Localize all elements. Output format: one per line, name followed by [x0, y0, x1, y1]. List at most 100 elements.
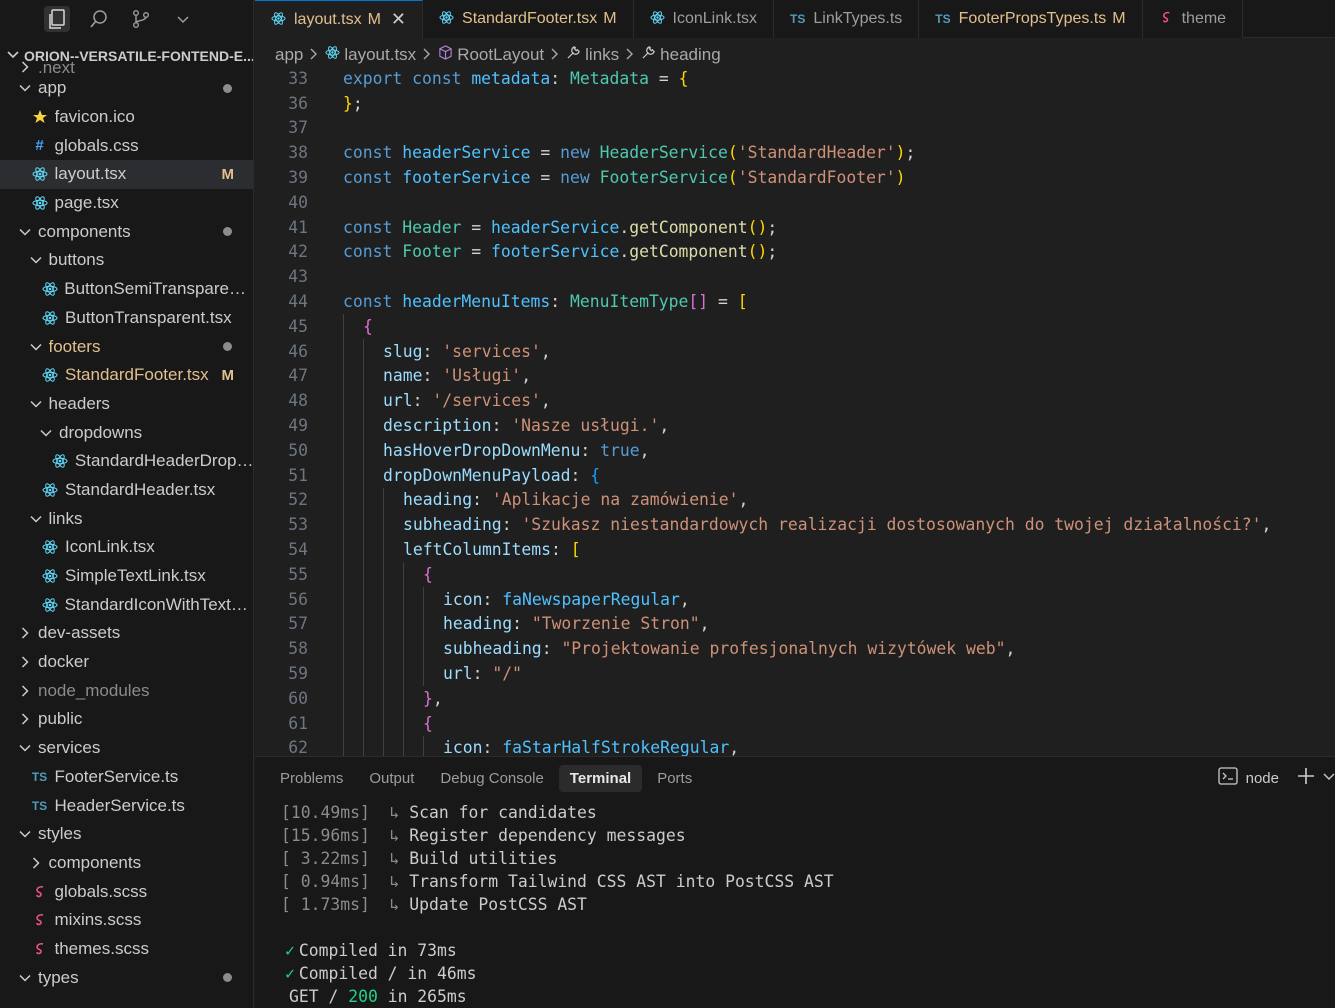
tree-folder[interactable]: docker: [0, 648, 253, 677]
chevron-down-icon: [39, 426, 53, 440]
panel-tab[interactable]: Terminal: [558, 764, 643, 792]
tree-folder[interactable]: types: [0, 963, 253, 992]
code-line[interactable]: 49 description: 'Nasze usługi.',: [255, 413, 669, 438]
search-icon[interactable]: [86, 6, 112, 32]
code-line[interactable]: 53 subheading: 'Szukasz niestandardowych …: [255, 512, 1271, 538]
code-line[interactable]: 48 url: '/services',: [255, 388, 551, 414]
tree-file[interactable]: layout.tsx M: [0, 160, 253, 189]
tree-file[interactable]: mixins.scss: [0, 906, 253, 935]
panel-tab[interactable]: Problems: [269, 765, 354, 792]
editor-tab[interactable]: StandardFooter.tsx M: [423, 0, 634, 38]
panel-tab[interactable]: Ports: [646, 765, 703, 792]
editor-tab[interactable]: theme: [1142, 0, 1244, 38]
editor-tab[interactable]: IconLink.tsx: [633, 0, 775, 38]
code-line[interactable]: 37: [255, 116, 343, 141]
tree-folder[interactable]: dev-assets: [0, 619, 253, 648]
panel-tab[interactable]: Output: [358, 765, 425, 792]
tree-file[interactable]: ButtonSemiTransparent....: [0, 275, 253, 304]
breadcrumb-item[interactable]: RootLayout: [438, 45, 544, 65]
tree-file[interactable]: StandardHeader.tsx: [0, 476, 253, 505]
code-token: headerService: [491, 217, 620, 237]
chevron-down-icon[interactable]: [170, 6, 196, 32]
breadcrumb-item[interactable]: heading: [641, 45, 721, 65]
tree-folder[interactable]: links: [0, 504, 253, 533]
tree-file[interactable]: page.tsx: [0, 189, 253, 218]
terminal-name[interactable]: node: [1246, 770, 1279, 787]
code-line[interactable]: 40: [255, 190, 343, 215]
code-line[interactable]: 60},: [255, 686, 443, 711]
editor-tab[interactable]: TS FooterPropsTypes.ts M: [919, 0, 1143, 38]
tree-folder[interactable]: headers: [0, 390, 253, 419]
tree-file[interactable]: themes.scss: [0, 935, 253, 964]
tree-folder[interactable]: styles: [0, 820, 253, 849]
line-number: 41: [288, 217, 308, 237]
code-line[interactable]: 55 {: [255, 562, 433, 587]
code-line[interactable]: 38 const headerService = new HeaderServic…: [255, 140, 915, 165]
close-icon[interactable]: ✕: [391, 9, 406, 30]
tree-file[interactable]: ButtonTransparent.tsx: [0, 304, 253, 333]
terminal-output[interactable]: [10.49ms] ↳ Scan for candidates [15.96ms]…: [281, 801, 834, 1008]
sass-icon: [31, 912, 49, 928]
code-line[interactable]: 51 dropDownMenuPayload: {: [255, 462, 600, 488]
editor-tab[interactable]: TS LinkTypes.ts: [774, 0, 920, 38]
tree-folder[interactable]: app: [0, 74, 253, 103]
code-token: {: [423, 713, 433, 733]
code-line[interactable]: 59 url: "/": [255, 661, 522, 686]
line-number: 53: [288, 515, 308, 535]
tree-file[interactable]: StandardHeaderDropd...: [0, 447, 253, 476]
tree-folder[interactable]: node_modules: [0, 676, 253, 705]
tree-file[interactable]: StandardIconWithTextLi...: [0, 590, 253, 619]
breadcrumb-item[interactable]: app: [275, 45, 303, 65]
tree-folder[interactable]: public: [0, 705, 253, 734]
code-line[interactable]: 61 {: [255, 710, 433, 736]
code-token: :: [472, 664, 493, 684]
code-line[interactable]: 33 export const metadata: Metadata = {: [255, 66, 1335, 91]
tree-folder[interactable]: services: [0, 734, 253, 763]
code-line[interactable]: 54 leftColumnItems: [: [255, 537, 581, 562]
line-number: 50: [288, 440, 308, 460]
tree-folder[interactable]: components: [0, 217, 253, 246]
code-token: }: [423, 688, 433, 708]
source-control-icon[interactable]: [128, 6, 154, 32]
code-line[interactable]: 41 const Header = headerService. getCompon…: [255, 215, 777, 240]
tree-file[interactable]: IconLink.tsx: [0, 533, 253, 562]
code-line[interactable]: 44 const headerMenuItems: MenuItemType[] …: [255, 289, 747, 314]
tree-file[interactable]: TS HeaderService.ts: [0, 791, 253, 820]
code-line[interactable]: 47 name: 'Usługi',: [255, 363, 531, 389]
code-line[interactable]: 50 hasHoverDropDownMenu: true,: [255, 438, 649, 463]
tree-folder[interactable]: footers: [0, 332, 253, 361]
code-line[interactable]: 45 {: [255, 314, 373, 339]
code-view[interactable]: 33 export const metadata: Metadata = {36}…: [255, 66, 1335, 756]
tree-file[interactable]: favicon.ico: [0, 103, 253, 132]
step-text: Scan for candidates: [409, 803, 597, 822]
tree-file[interactable]: globals.scss: [0, 877, 253, 906]
tree-file[interactable]: TS FooterService.ts: [0, 763, 253, 792]
editor-tab[interactable]: layout.tsx M ✕: [255, 0, 424, 38]
tree-folder[interactable]: buttons: [0, 246, 253, 275]
code-line[interactable]: 43: [255, 264, 343, 289]
tree-file[interactable]: SimpleTextLink.tsx: [0, 562, 253, 591]
explorer-icon[interactable]: [44, 6, 70, 32]
code-line[interactable]: 52 heading: 'Aplikacje na zamówienie',: [255, 487, 748, 513]
code-line[interactable]: 58 subheading: "Projektowanie profesjonal…: [255, 636, 1015, 662]
code-line[interactable]: 57 heading: "Tworzenie Stron",: [255, 611, 709, 637]
code-line[interactable]: 46 slug: 'services',: [255, 338, 551, 364]
code-line[interactable]: 39 const footerService = new FooterServic…: [255, 165, 905, 190]
code-line[interactable]: 36};: [255, 91, 363, 116]
chevron-down-icon[interactable]: [1323, 770, 1335, 787]
panel-tab[interactable]: Debug Console: [429, 765, 554, 792]
code-line[interactable]: 56 icon: faNewspaperRegular,: [255, 586, 690, 612]
breadcrumb-item[interactable]: links: [566, 45, 619, 65]
tree-file[interactable]: StandardFooter.tsx M: [0, 361, 253, 390]
tree-folder[interactable]: dropdowns: [0, 418, 253, 447]
terminal-icon[interactable]: [1217, 767, 1238, 789]
code-line[interactable]: 42 const Footer = footerService. getCompon…: [255, 240, 777, 265]
add-terminal-icon[interactable]: [1297, 767, 1315, 789]
code-line[interactable]: 62 icon: faStarHalfStrokeRegular,: [255, 735, 739, 756]
tree-folder[interactable]: .next: [0, 60, 253, 74]
tree-item-label: FooterService.ts: [54, 766, 179, 786]
breadcrumb-item[interactable]: layout.tsx: [325, 45, 416, 65]
tree-folder[interactable]: components: [0, 849, 253, 878]
tree-file[interactable]: # globals.css: [0, 131, 253, 160]
